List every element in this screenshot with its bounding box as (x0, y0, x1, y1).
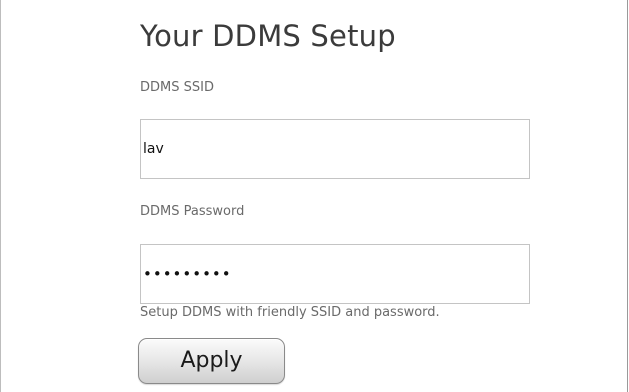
apply-button[interactable]: Apply (138, 338, 285, 384)
ssid-label: DDMS SSID (140, 80, 214, 95)
password-label: DDMS Password (140, 204, 245, 219)
helper-text: Setup DDMS with friendly SSID and passwo… (140, 305, 440, 320)
page-title: Your DDMS Setup (140, 19, 396, 53)
password-input[interactable] (140, 244, 530, 304)
setup-panel: Your DDMS Setup DDMS SSID DDMS Password … (0, 0, 628, 392)
ssid-input[interactable] (140, 119, 530, 179)
